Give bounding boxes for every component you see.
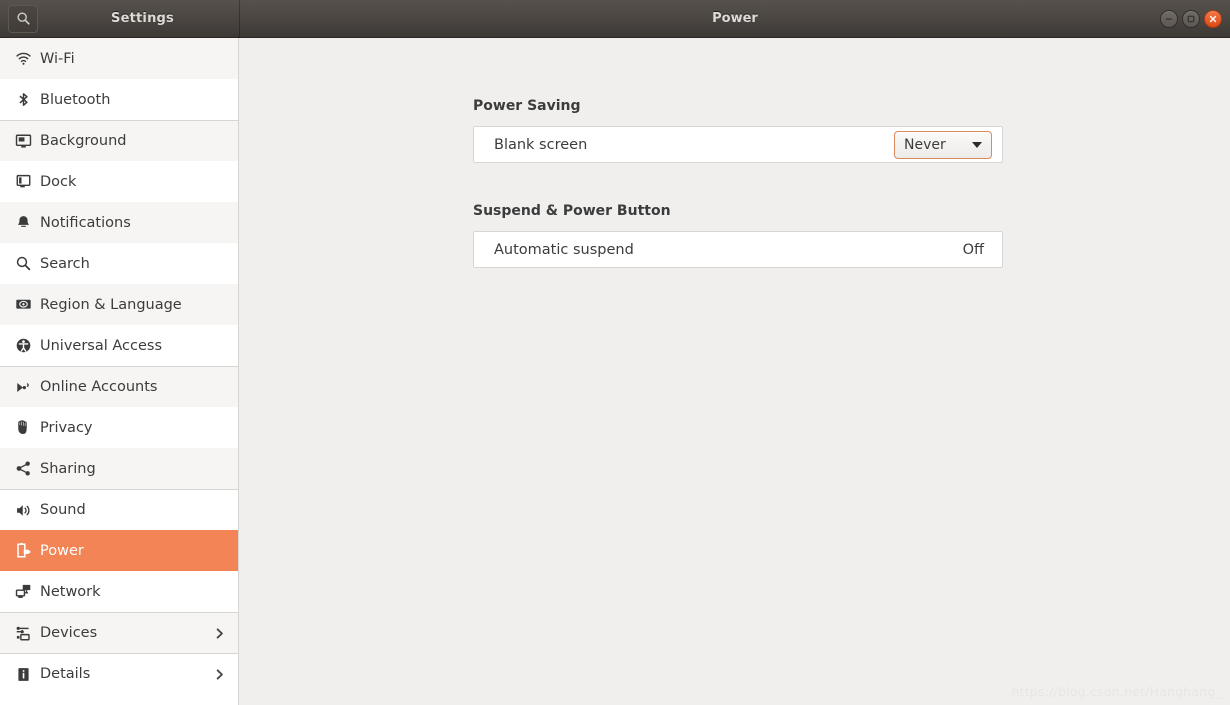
blank-screen-dropdown-value: Never — [904, 136, 946, 153]
sidebar-item-label: Online Accounts — [40, 379, 158, 395]
row-label: Automatic suspend — [494, 241, 634, 258]
row-control: Never — [894, 130, 992, 159]
search-icon — [16, 11, 31, 26]
sidebar-item-universal-access[interactable]: Universal Access — [0, 325, 238, 366]
sidebar-item-online-accounts[interactable]: Online Accounts — [0, 366, 238, 407]
universal-access-icon — [10, 337, 36, 354]
sidebar-item-label: Background — [40, 133, 127, 149]
row-label: Blank screen — [494, 136, 588, 153]
dock-icon — [10, 173, 36, 190]
power-battery-icon — [10, 542, 36, 559]
sidebar-item-notifications[interactable]: Notifications — [0, 202, 238, 243]
sidebar-item-label: Universal Access — [40, 337, 163, 354]
speaker-icon — [10, 502, 36, 519]
suspend-power-button-list: Automatic suspend Off — [473, 231, 1003, 268]
sidebar-item-label: Search — [40, 255, 90, 272]
info-icon — [10, 666, 36, 683]
chevron-down-icon — [958, 141, 982, 148]
row-control: Off — [963, 242, 984, 258]
sidebar-item-label: Sharing — [40, 460, 96, 477]
region-language-icon — [10, 296, 36, 313]
sidebar-item-search[interactable]: Search — [0, 243, 238, 284]
section-title-power-saving: Power Saving — [473, 98, 581, 114]
sidebar-item-label: Details — [40, 666, 91, 682]
main-content: Power Saving Blank screen Never Suspend … — [239, 38, 1230, 705]
automatic-suspend-value: Off — [962, 241, 984, 258]
sidebar-item-sound[interactable]: Sound — [0, 489, 238, 530]
chevron-right-icon — [213, 627, 226, 640]
background-icon — [10, 133, 36, 150]
sidebar-item-dock[interactable]: Dock — [0, 161, 238, 202]
sidebar-item-label: Network — [40, 583, 101, 600]
titlebar-sidebar-section: Settings — [0, 0, 239, 37]
online-accounts-icon — [10, 379, 36, 396]
window-body: Wi-Fi Bluetooth Background Dock Notifica… — [0, 38, 1230, 705]
devices-icon — [10, 625, 36, 642]
share-icon — [10, 460, 36, 477]
chevron-right-icon — [213, 668, 226, 681]
close-icon — [1208, 9, 1218, 28]
maximize-button[interactable] — [1182, 9, 1200, 28]
watermark: https://blog.csdn.net/Hanghang_ — [1011, 684, 1222, 699]
sidebar-item-label: Region & Language — [40, 296, 182, 313]
sidebar-item-background[interactable]: Background — [0, 120, 238, 161]
close-button[interactable] — [1204, 9, 1222, 28]
sidebar-item-details[interactable]: Details — [0, 653, 238, 694]
sidebar-item-wifi[interactable]: Wi-Fi — [0, 38, 238, 79]
minimize-icon — [1164, 9, 1174, 28]
wifi-icon — [10, 50, 36, 67]
power-saving-list: Blank screen Never — [473, 126, 1003, 163]
sidebar-item-devices[interactable]: Devices — [0, 612, 238, 653]
sidebar-item-bluetooth[interactable]: Bluetooth — [0, 79, 238, 120]
network-icon — [10, 583, 36, 600]
section-title-suspend-power-button: Suspend & Power Button — [473, 203, 671, 219]
row-blank-screen[interactable]: Blank screen Never — [474, 127, 1002, 162]
window-title: Power — [712, 11, 758, 26]
settings-window: Settings Power Wi-Fi Bluetooth Backgroun… — [0, 0, 1230, 705]
bluetooth-icon — [10, 91, 36, 108]
sidebar-item-network[interactable]: Network — [0, 571, 238, 612]
sidebar-item-privacy[interactable]: Privacy — [0, 407, 238, 448]
maximize-icon — [1186, 9, 1196, 28]
sidebar-item-label: Sound — [40, 502, 86, 518]
sidebar-item-label: Wi-Fi — [40, 50, 75, 67]
sidebar: Wi-Fi Bluetooth Background Dock Notifica… — [0, 38, 239, 705]
sidebar-item-label: Privacy — [40, 419, 93, 436]
sidebar-item-label: Dock — [40, 173, 77, 190]
minimize-button[interactable] — [1160, 9, 1178, 28]
hand-icon — [10, 419, 36, 436]
search-button[interactable] — [8, 4, 38, 33]
window-controls — [1160, 0, 1222, 37]
sidebar-item-label: Bluetooth — [40, 91, 111, 108]
sidebar-item-power[interactable]: Power — [0, 530, 238, 571]
sidebar-item-sharing[interactable]: Sharing — [0, 448, 238, 489]
row-automatic-suspend[interactable]: Automatic suspend Off — [474, 232, 1002, 267]
bell-icon — [10, 214, 36, 231]
blank-screen-dropdown[interactable]: Never — [894, 130, 992, 159]
sidebar-item-label: Notifications — [40, 214, 131, 231]
sidebar-item-label: Devices — [40, 625, 98, 641]
titlebar-main-section: Power — [240, 0, 1230, 37]
search-icon — [10, 255, 36, 272]
power-settings-panel: Power Saving Blank screen Never Suspend … — [473, 98, 1003, 268]
title-bar: Settings Power — [0, 0, 1230, 38]
sidebar-title: Settings — [111, 11, 174, 26]
sidebar-item-label: Power — [40, 542, 84, 559]
sidebar-item-region-language[interactable]: Region & Language — [0, 284, 238, 325]
